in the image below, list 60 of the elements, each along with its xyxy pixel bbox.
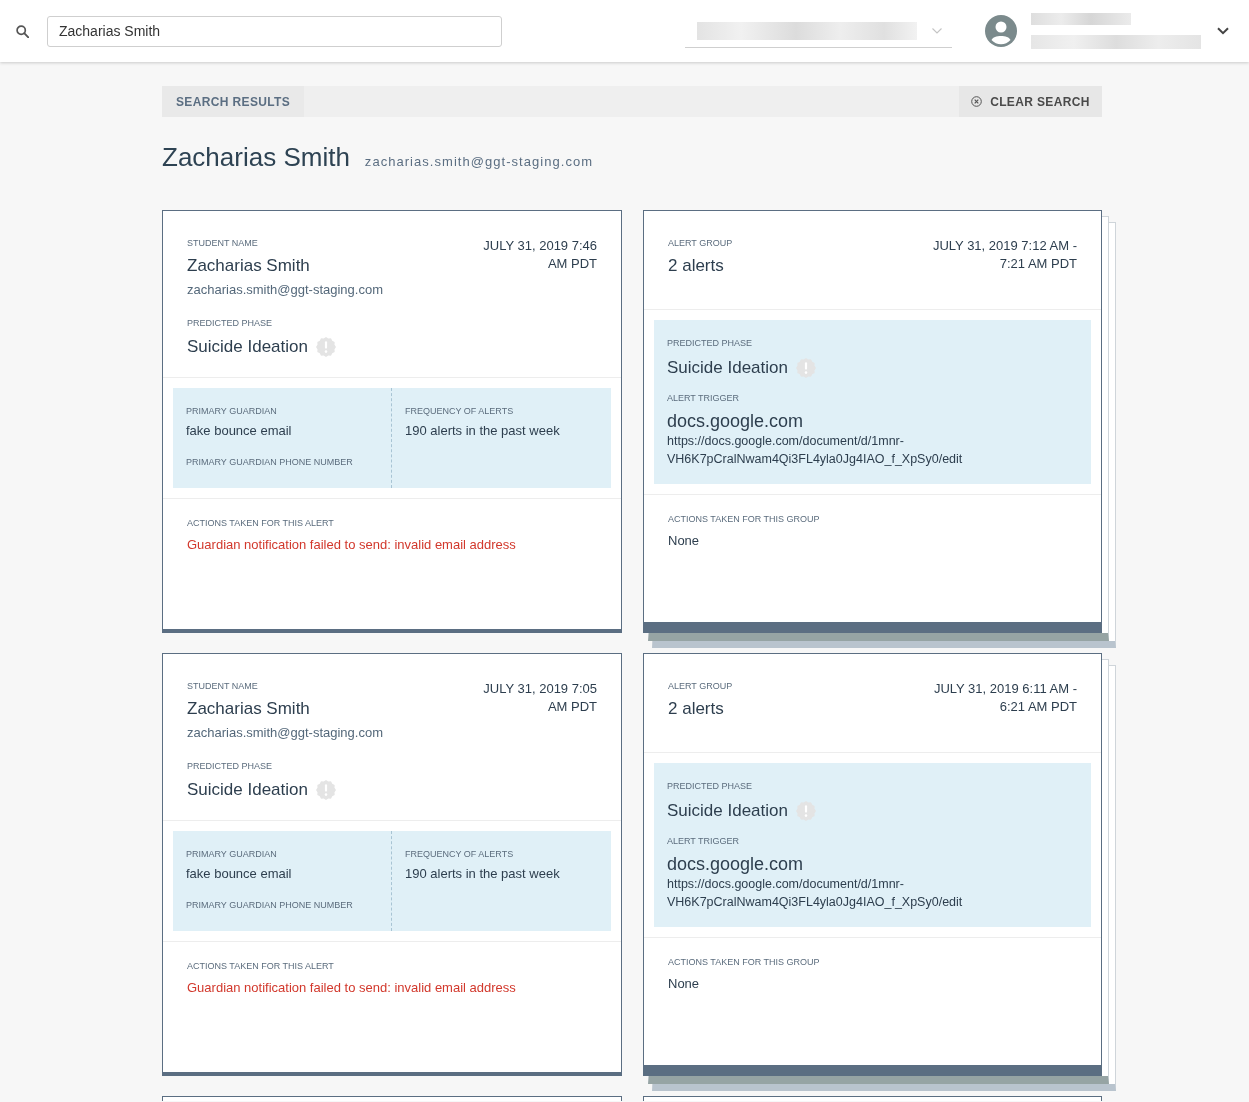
exclamation-badge-icon bbox=[796, 358, 816, 378]
field-label: FREQUENCY OF ALERTS bbox=[405, 405, 514, 417]
student-email: zacharias.smith@ggt-staging.com bbox=[187, 281, 383, 299]
student-email: zacharias.smith@ggt-staging.com bbox=[364, 153, 594, 171]
frequency-value: 190 alerts in the past week bbox=[405, 865, 560, 883]
field-label: ALERT TRIGGER bbox=[667, 835, 740, 847]
field-label: PREDICTED PHASE bbox=[667, 780, 753, 792]
student-name: Zacharias Smith bbox=[187, 699, 311, 719]
exclamation-badge-icon bbox=[316, 337, 336, 357]
student-name-heading: Zacharias Smith bbox=[162, 141, 350, 174]
exclamation-badge-icon bbox=[316, 780, 336, 800]
field-label: ACTIONS TAKEN FOR THIS ALERT bbox=[187, 960, 335, 972]
actions-value: None bbox=[668, 975, 701, 993]
predicted-phase: Suicide Ideation bbox=[667, 358, 788, 378]
clear-search-button[interactable]: CLEAR SEARCH bbox=[959, 86, 1102, 117]
student-email: zacharias.smith@ggt-staging.com bbox=[187, 724, 383, 742]
field-label: ACTIONS TAKEN FOR THIS ALERT bbox=[187, 517, 335, 529]
close-circle-icon bbox=[971, 96, 983, 107]
trigger-url: https://docs.google.com/document/d/1mnr-VH6K7pCralNwam4Qi3FL4yla0Jg4IAO_f_XpSy0/edit bbox=[667, 433, 964, 468]
predicted-phase: Suicide Ideation bbox=[667, 801, 788, 821]
field-label: PRIMARY GUARDIAN bbox=[186, 848, 277, 860]
field-label: ALERT GROUP bbox=[668, 680, 733, 692]
alert-timestamp: JULY 31, 2019 7:05 AM PDT bbox=[482, 680, 597, 716]
guardian-value: fake bounce email bbox=[186, 422, 292, 440]
field-label: ALERT GROUP bbox=[668, 237, 733, 249]
alert-timestamp: JULY 31, 2019 6:11 AM - 6:21 AM PDT bbox=[932, 680, 1077, 716]
results-heading: SEARCH RESULTS bbox=[162, 86, 305, 117]
action-error-message: Guardian notification failed to send: invalid email address bbox=[187, 979, 517, 997]
user-avatar-icon[interactable] bbox=[985, 15, 1017, 47]
search-field[interactable]: Zacharias Smith bbox=[47, 15, 502, 47]
exclamation-badge-icon bbox=[796, 801, 816, 821]
alert-count: 2 alerts bbox=[668, 256, 724, 276]
action-error-message: Guardian notification failed to send: invalid email address bbox=[187, 536, 517, 554]
alert-timestamp: JULY 31, 2019 7:46 AM PDT bbox=[482, 237, 597, 273]
frequency-value: 190 alerts in the past week bbox=[405, 422, 560, 440]
field-label: PRIMARY GUARDIAN PHONE NUMBER bbox=[186, 899, 353, 911]
field-label: PREDICTED PHASE bbox=[187, 317, 274, 329]
search-icon bbox=[16, 24, 29, 38]
field-label: FREQUENCY OF ALERTS bbox=[405, 848, 514, 860]
actions-value: None bbox=[668, 532, 701, 550]
predicted-phase: Suicide Ideation bbox=[187, 337, 308, 357]
student-name: Zacharias Smith bbox=[187, 256, 311, 276]
guardian-value: fake bounce email bbox=[186, 865, 292, 883]
field-label: ACTIONS TAKEN FOR THIS GROUP bbox=[668, 956, 821, 968]
field-label: PREDICTED PHASE bbox=[667, 337, 753, 349]
field-label: PRIMARY GUARDIAN PHONE NUMBER bbox=[186, 456, 353, 468]
trigger-url: https://docs.google.com/document/d/1mnr-VH6K7pCralNwam4Qi3FL4yla0Jg4IAO_f_XpSy0/edit bbox=[667, 876, 964, 911]
trigger-domain: docs.google.com bbox=[667, 853, 804, 875]
alert-timestamp: JULY 31, 2019 7:12 AM - 7:21 AM PDT bbox=[931, 237, 1077, 273]
trigger-domain: docs.google.com bbox=[667, 410, 804, 432]
field-label: ALERT TRIGGER bbox=[667, 392, 740, 404]
alert-count: 2 alerts bbox=[668, 699, 724, 719]
field-label: PRIMARY GUARDIAN bbox=[186, 405, 277, 417]
predicted-phase: Suicide Ideation bbox=[187, 780, 308, 800]
field-label: STUDENT NAME bbox=[187, 680, 259, 692]
field-label: ACTIONS TAKEN FOR THIS GROUP bbox=[668, 513, 821, 525]
field-label: STUDENT NAME bbox=[187, 237, 259, 249]
field-label: PREDICTED PHASE bbox=[187, 760, 274, 772]
chevron-down-icon[interactable] bbox=[1217, 27, 1229, 35]
chevron-down-icon bbox=[932, 27, 942, 34]
